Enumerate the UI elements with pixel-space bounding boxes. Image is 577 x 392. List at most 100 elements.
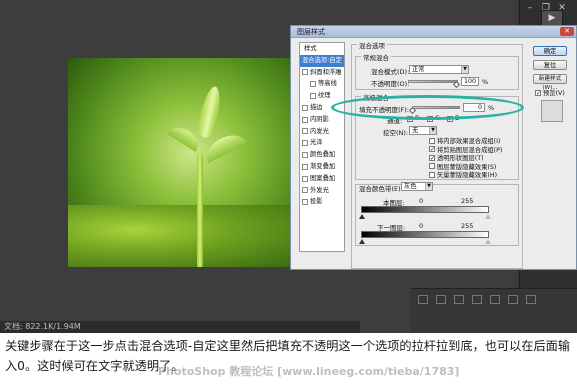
general-blend-title: 常规混合 — [361, 52, 391, 62]
this-layer-min: 0 — [419, 197, 424, 205]
reset-button[interactable]: 复位 — [533, 60, 567, 70]
styles-list: 样式混合选项:自定斜面和浮雕等高线纹理描边内阴影内发光光泽颜色叠加渐变叠加图案叠… — [299, 42, 345, 252]
panel-toggle-button[interactable]: ▶ — [541, 10, 563, 26]
style-checkbox[interactable] — [302, 163, 308, 170]
style-item[interactable]: 颜色叠加 — [300, 149, 344, 161]
knockout-select[interactable]: 无 ▼ — [409, 126, 437, 135]
style-checkbox[interactable] — [302, 116, 308, 123]
style-item-label: 混合选项:自定 — [302, 56, 342, 64]
dialog-close-button[interactable]: ✕ — [560, 27, 574, 36]
knockout-label: 挖空(N): — [383, 129, 409, 137]
style-item-label: 投影 — [310, 198, 323, 206]
style-item-label: 外发光 — [310, 186, 329, 194]
style-item[interactable]: 内阴影 — [300, 114, 344, 126]
checkbox-box — [429, 171, 435, 178]
photo-leaf-top — [195, 84, 225, 140]
style-item-label: 内发光 — [310, 127, 329, 135]
style-checkbox[interactable] — [302, 175, 308, 182]
highlight-annotation-ellipse — [331, 95, 524, 120]
style-item-label: 光泽 — [310, 139, 323, 147]
style-item-label: 颜色叠加 — [310, 151, 336, 159]
checkbox-box: ✓ — [429, 146, 436, 154]
blend-mode-select[interactable]: 正常 ▼ — [409, 65, 469, 74]
style-checkbox[interactable] — [310, 93, 316, 100]
minimize-icon[interactable]: – — [523, 2, 537, 14]
style-checkbox[interactable] — [302, 104, 308, 111]
style-item[interactable]: 外发光 — [300, 185, 344, 197]
chevron-down-icon: ▼ — [461, 66, 468, 73]
link-layers-icon[interactable] — [418, 295, 428, 304]
knockout-value: 无 — [412, 127, 419, 134]
chevron-down-icon: ▼ — [429, 127, 436, 134]
style-item-label: 样式 — [304, 45, 317, 52]
style-checkbox[interactable] — [302, 128, 308, 135]
checkbox-box — [429, 137, 435, 144]
style-checkbox[interactable] — [302, 140, 308, 147]
adjustment-icon[interactable] — [472, 295, 482, 304]
underlying-max-handle[interactable] — [485, 239, 491, 244]
dialog-title: 图层样式 — [291, 26, 576, 38]
style-item[interactable]: 样式 — [300, 43, 344, 55]
new-style-button[interactable]: 新建样式(W)... — [533, 74, 567, 91]
fx-icon[interactable] — [436, 295, 446, 304]
photo-stem — [197, 154, 203, 267]
style-item[interactable]: 等高线 — [300, 78, 344, 90]
underlying-gradient — [361, 231, 489, 238]
style-item[interactable]: 渐变叠加 — [300, 161, 344, 173]
chevron-down-icon: ▼ — [425, 183, 432, 190]
style-preview-swatch — [541, 100, 563, 122]
opacity-slider[interactable] — [408, 80, 458, 83]
blend-if-value: 灰色 — [404, 183, 417, 190]
style-checkbox[interactable] — [302, 69, 308, 76]
style-item[interactable]: 投影 — [300, 196, 344, 208]
checkbox-box: ✓ — [429, 154, 436, 162]
style-checkbox[interactable] — [302, 199, 308, 206]
blend-if-label: 混合颜色带(E): — [359, 185, 403, 193]
blend-mode-value: 正常 — [412, 66, 425, 73]
advanced-option-checkbox[interactable]: 矢量蒙版隐藏效果(H) — [429, 170, 497, 179]
blend-if-select[interactable]: 灰色 ▼ — [401, 182, 433, 191]
style-checkbox[interactable] — [302, 187, 308, 194]
style-item[interactable]: 斜面和浮雕 — [300, 67, 344, 79]
style-item-label: 纹理 — [318, 92, 331, 100]
style-item-label: 描边 — [310, 103, 323, 111]
opacity-input[interactable]: 100 — [461, 77, 479, 86]
mask-icon[interactable] — [454, 295, 464, 304]
ok-button[interactable]: 确定 — [533, 46, 567, 56]
this-layer-gradient — [361, 206, 489, 213]
watermark-text: PhotoShop 教程论坛 [www.lineeg.com/tieba/178… — [158, 365, 460, 378]
blend-options-title: 混合选项 — [357, 40, 387, 50]
blend-mode-label: 混合模式(D): — [371, 68, 410, 76]
seedling-photo — [68, 58, 292, 267]
opacity-percent: % — [482, 78, 489, 86]
advanced-option-label: 矢量蒙版隐藏效果(H) — [437, 172, 498, 180]
style-item[interactable]: 混合选项:自定 — [300, 54, 344, 67]
style-item[interactable]: 光泽 — [300, 137, 344, 149]
underlying-min-handle[interactable] — [359, 239, 365, 244]
trash-icon[interactable] — [526, 295, 536, 304]
preview-label: 预览(V) — [543, 90, 565, 97]
this-layer-min-handle[interactable] — [359, 214, 365, 219]
new-layer-icon[interactable] — [508, 295, 518, 304]
style-item-label: 内阴影 — [310, 115, 329, 123]
underlying-max: 255 — [461, 222, 474, 230]
this-layer-max: 255 — [461, 197, 474, 205]
checkbox-box: ✓ — [535, 89, 542, 97]
photo-moss — [68, 205, 292, 267]
this-layer-max-handle[interactable] — [485, 214, 491, 219]
status-bar: 文档: 822.1K/1.94M — [0, 321, 360, 333]
style-checkbox[interactable] — [302, 152, 308, 159]
checkbox-box — [429, 163, 435, 170]
style-item-label: 斜面和浮雕 — [310, 68, 342, 76]
style-checkbox[interactable] — [310, 81, 316, 88]
group-icon[interactable] — [490, 295, 500, 304]
style-item[interactable]: 图案叠加 — [300, 173, 344, 185]
style-item[interactable]: 内发光 — [300, 126, 344, 138]
preview-checkbox[interactable]: ✓ 预览(V) — [535, 88, 565, 97]
underlying-min: 0 — [419, 222, 424, 230]
style-item-label: 渐变叠加 — [310, 162, 336, 170]
style-item-label: 等高线 — [318, 80, 337, 88]
opacity-label: 不透明度(O): — [371, 80, 410, 88]
layers-panel — [410, 288, 577, 333]
style-item[interactable]: 纹理 — [300, 90, 344, 102]
